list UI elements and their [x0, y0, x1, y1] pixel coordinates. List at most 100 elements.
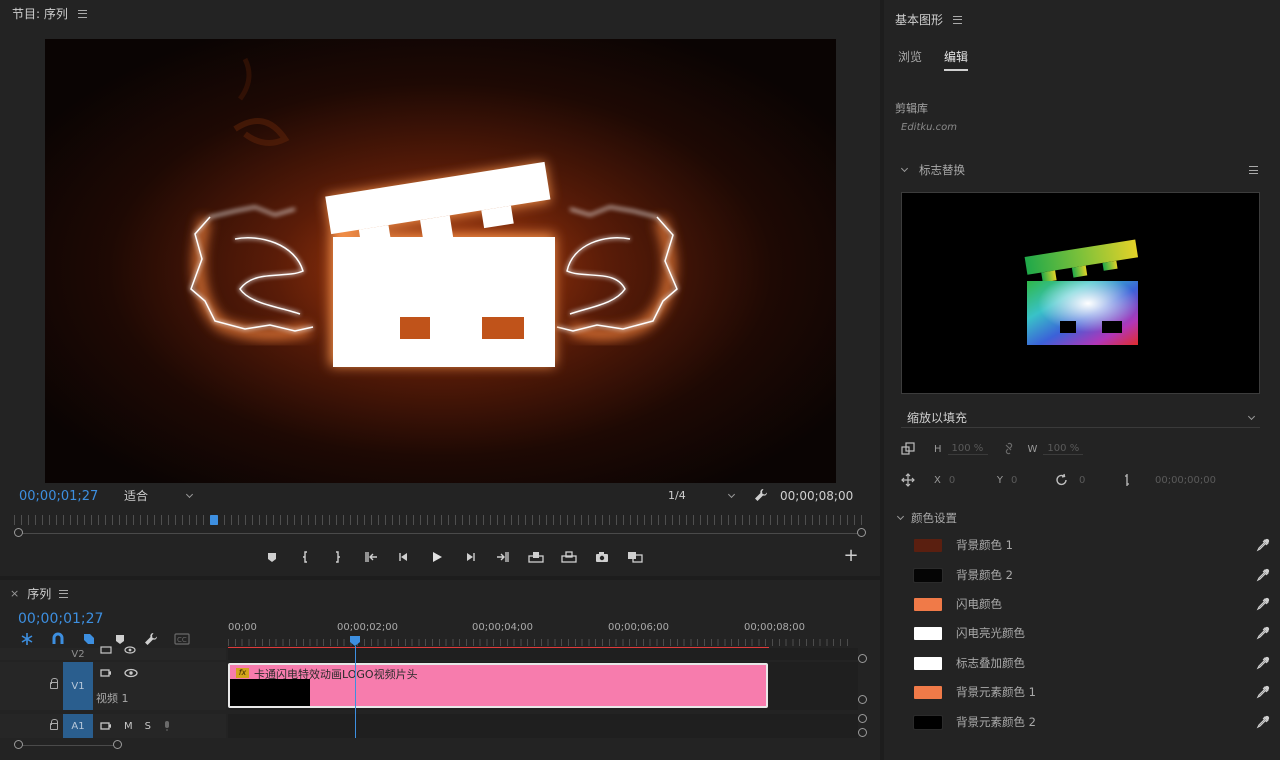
lock-icon[interactable] — [50, 678, 58, 689]
x-field[interactable]: 0 — [945, 475, 985, 486]
color-swatch[interactable] — [913, 714, 943, 730]
add-button[interactable]: + — [843, 547, 859, 565]
go-to-in-icon — [364, 552, 377, 562]
y-field[interactable]: 0 — [1007, 475, 1047, 486]
nest-toggle-button[interactable] — [18, 632, 35, 646]
timeline-horizontal-scrollbar[interactable] — [14, 740, 122, 750]
extract-button[interactable] — [552, 547, 585, 567]
rotate-icon[interactable] — [1055, 473, 1069, 487]
essential-graphics-title[interactable]: 基本图形 — [895, 11, 943, 28]
fit-dropdown[interactable]: 适合 — [118, 486, 198, 505]
program-time-ruler[interactable] — [14, 515, 866, 529]
scale-icon[interactable] — [901, 442, 915, 456]
comparison-view-button[interactable] — [618, 547, 651, 567]
lock-icon[interactable] — [50, 719, 58, 730]
vscroll-handle[interactable] — [858, 695, 867, 704]
step-back-button[interactable] — [387, 547, 420, 567]
vscroll-handle[interactable] — [858, 654, 867, 663]
mark-in-button[interactable] — [288, 547, 321, 567]
height-field[interactable]: 100 % — [947, 443, 988, 455]
eyedropper-icon[interactable] — [1256, 626, 1270, 640]
track-target-v1[interactable]: V1 — [63, 662, 93, 710]
logo-preview[interactable] — [901, 192, 1260, 394]
solo-button[interactable]: S — [145, 721, 151, 732]
vscroll-handle[interactable] — [858, 714, 867, 723]
program-playhead[interactable] — [210, 515, 219, 525]
program-timecode[interactable]: 00;00;01;27 — [19, 489, 98, 504]
tab-edit[interactable]: 编辑 — [944, 48, 969, 71]
resolution-dropdown[interactable]: 1/4 — [662, 486, 740, 505]
mic-icon[interactable] — [163, 720, 171, 732]
scale-mode-dropdown[interactable]: 缩放以填充 — [901, 408, 1260, 428]
menu-icon[interactable] — [1249, 166, 1258, 174]
linked-selection-button[interactable] — [80, 632, 97, 646]
go-to-in-button[interactable] — [354, 547, 387, 567]
program-zoom-scrollbar[interactable] — [14, 528, 866, 538]
go-to-out-button[interactable] — [486, 547, 519, 567]
color-swatch[interactable] — [914, 626, 942, 640]
menu-icon[interactable] — [59, 589, 69, 598]
timeline-clip[interactable]: fx 卡通闪电特效动画LOGO视频片头 — [228, 663, 768, 708]
eyedropper-icon[interactable] — [1256, 538, 1270, 552]
color-swatch[interactable] — [914, 685, 942, 699]
close-tab-button[interactable]: × — [10, 587, 19, 600]
mark-out-button[interactable] — [321, 547, 354, 567]
timeline-playhead-line — [354, 646, 356, 738]
logo-replace-section-header[interactable]: 标志替换 — [900, 162, 965, 178]
timeline-ruler[interactable]: 00;00 00;00;02;00 00;00;04;00 00;00;06;0… — [228, 620, 852, 650]
time-field[interactable]: 00;00;00;00 — [1151, 475, 1231, 486]
play-button[interactable] — [420, 547, 453, 567]
eyedropper-icon[interactable] — [1256, 715, 1270, 729]
sync-lock-icon[interactable] — [100, 646, 112, 654]
menu-icon[interactable] — [77, 9, 87, 18]
color-setting-label: 背景颜色 2 — [956, 568, 1013, 582]
add-marker-button[interactable] — [255, 547, 288, 567]
sequence-tab-title[interactable]: 序列 — [27, 585, 51, 602]
captions-button[interactable]: CC — [173, 632, 190, 646]
export-frame-button[interactable] — [585, 547, 618, 567]
step-forward-button[interactable] — [453, 547, 486, 567]
color-setting-row: 背景元素颜色 2 — [913, 711, 1270, 733]
hscroll-end-handle[interactable] — [113, 740, 122, 749]
timeline-timecode[interactable]: 00;00;01;27 — [18, 611, 103, 627]
tab-browse[interactable]: 浏览 — [898, 48, 922, 71]
eyedropper-icon[interactable] — [1256, 685, 1270, 699]
track-target-a1[interactable]: A1 — [63, 714, 93, 738]
sync-lock-icon[interactable] — [100, 721, 112, 731]
mute-button[interactable]: M — [124, 721, 133, 732]
eyedropper-icon[interactable] — [1256, 597, 1270, 611]
sync-lock-icon[interactable] — [100, 668, 112, 678]
lift-button[interactable] — [519, 547, 552, 567]
position-icon[interactable] — [901, 473, 915, 487]
color-swatch[interactable] — [913, 567, 943, 583]
color-swatch[interactable] — [914, 656, 942, 670]
eye-icon[interactable] — [124, 668, 138, 678]
link-icon[interactable] — [1002, 442, 1016, 456]
track-a1-body[interactable] — [228, 714, 858, 738]
width-field[interactable]: 100 % — [1043, 443, 1084, 455]
eyedropper-icon[interactable] — [1256, 568, 1270, 582]
rotation-field[interactable]: 0 — [1075, 475, 1115, 486]
program-monitor-title[interactable]: 节目: 序列 — [12, 5, 68, 22]
track-header: V1 视频 1 — [0, 662, 226, 710]
eye-icon[interactable] — [124, 646, 136, 654]
menu-icon[interactable] — [953, 15, 963, 24]
snap-button[interactable] — [49, 632, 66, 646]
eyedropper-icon[interactable] — [1256, 656, 1270, 670]
hscroll-start-handle[interactable] — [14, 740, 23, 749]
track-target-v2[interactable]: V2 — [63, 648, 93, 660]
program-video-frame[interactable] — [45, 39, 836, 483]
wrench-icon[interactable] — [754, 488, 768, 502]
track-v2-body[interactable] — [228, 648, 858, 660]
color-settings-section-header[interactable]: 颜色设置 — [896, 510, 957, 526]
color-swatch[interactable] — [914, 597, 942, 611]
color-swatch[interactable] — [914, 538, 942, 552]
zoom-start-handle[interactable] — [14, 528, 23, 537]
vscroll-handle[interactable] — [858, 728, 867, 737]
timeline-header: × 序列 — [10, 585, 69, 602]
anchor-icon[interactable] — [1123, 473, 1131, 487]
add-marker-button[interactable] — [111, 632, 128, 646]
zoom-end-handle[interactable] — [857, 528, 866, 537]
linked-selection-icon — [83, 634, 94, 644]
timeline-settings-button[interactable] — [142, 632, 159, 646]
